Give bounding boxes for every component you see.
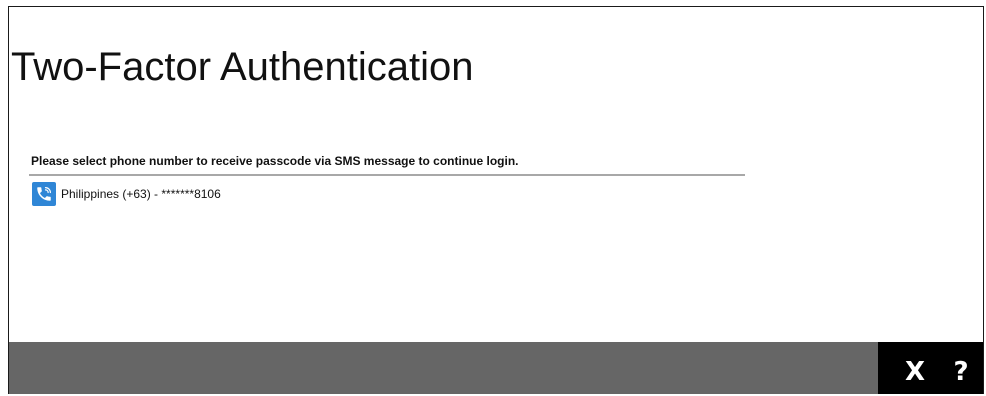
divider — [29, 174, 745, 176]
phone-list: Philippines (+63) - *******8106 — [32, 182, 221, 206]
help-button[interactable]: ? — [941, 338, 981, 394]
footer-bar: X ? — [9, 342, 983, 394]
phone-option[interactable]: Philippines (+63) - *******8106 — [32, 182, 221, 206]
page-title: Two-Factor Authentication — [11, 45, 474, 89]
phone-icon — [32, 182, 56, 206]
two-factor-dialog: Two-Factor Authentication Please select … — [8, 6, 984, 394]
phone-option-label: Philippines (+63) - *******8106 — [61, 187, 221, 201]
instruction-text: Please select phone number to receive pa… — [31, 154, 519, 168]
close-button[interactable]: X — [895, 338, 935, 394]
footer-actions: X ? — [878, 342, 983, 394]
